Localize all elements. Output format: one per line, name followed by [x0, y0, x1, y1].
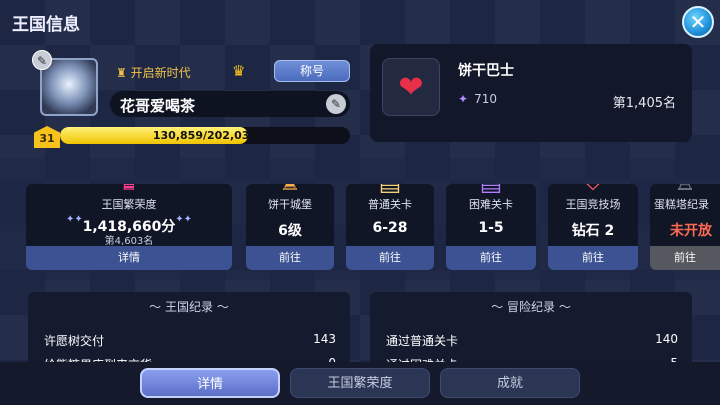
- hard-map-icon: ▤: [446, 184, 536, 196]
- guild-name: 饼干巴士: [458, 63, 514, 79]
- level-badge: 31: [34, 126, 60, 148]
- tower-icon: ♖: [650, 184, 720, 196]
- stats-strip: ♛ ✦✦ ✦✦ 王国繁荣度 1,418,660分 第4,603名 详情 ♜ 饼干…: [0, 158, 720, 280]
- tab-details[interactable]: 详情: [140, 368, 280, 398]
- page-title: 王国信息: [12, 15, 80, 35]
- card-hard-stage: ▤ 困难关卡 1-5 前往: [446, 184, 536, 270]
- profile-panel: ✎ ♜ 开启新时代 ♛ 称号 花哥爱喝茶 ✎ 31 130,859/202,03…: [28, 48, 358, 148]
- card-cake-tower: ♖ 蛋糕塔纪录 未开放 前往: [650, 184, 720, 270]
- details-button[interactable]: 详情: [26, 246, 232, 270]
- adventure-record-panel: 〜 冒险纪录 〜 通过普通关卡 140 通过困难关卡 5: [370, 292, 692, 366]
- name-box: 花哥爱喝茶 ✎: [110, 91, 350, 117]
- go-button[interactable]: 前往: [650, 246, 720, 270]
- tab-achievements[interactable]: 成就: [440, 368, 580, 398]
- card-label: 困难关卡: [469, 198, 513, 211]
- guild-points: ✦ 710: [458, 92, 497, 106]
- go-button[interactable]: 前往: [246, 246, 334, 270]
- card-label: 王国繁荣度: [101, 198, 157, 211]
- card-label: 普通关卡: [368, 198, 412, 211]
- ornament-icon: 〜: [491, 300, 507, 314]
- player-name: 花哥爱喝茶: [120, 97, 196, 115]
- heart-emblem-icon: ❤: [382, 58, 440, 116]
- paw-icon: ✦: [458, 92, 469, 106]
- exp-bar: 130,859/202,033: [60, 127, 350, 144]
- guild-rank: 第1,405名: [612, 96, 676, 111]
- arena-icon: ⛨: [548, 184, 638, 196]
- go-button[interactable]: 前往: [548, 246, 638, 270]
- card-value: 未开放: [670, 223, 712, 239]
- card-cookie-castle: ♜ 饼干城堡 6级 前往: [246, 184, 334, 270]
- crown-icon: ♛: [26, 184, 232, 196]
- record-row: 通过普通关卡 140: [386, 332, 678, 348]
- title-bar: 王国信息 ✕: [0, 0, 720, 42]
- avatar-edit-icon[interactable]: ✎: [32, 50, 52, 70]
- card-value: 6-28: [372, 220, 408, 236]
- crown-icon: ♛: [232, 62, 246, 80]
- name-edit-icon[interactable]: ✎: [326, 94, 346, 114]
- card-normal-stage: ▤ 普通关卡 6-28 前往: [346, 184, 434, 270]
- kingdom-record-panel: 〜 王国纪录 〜 许愿树交付 143 给熊糖果店到来交货 0: [28, 292, 350, 366]
- bottom-tab-bar: 详情 王国繁荣度 成就: [0, 362, 720, 405]
- record-row: 许愿树交付 143: [44, 332, 336, 348]
- card-sub: 第4,603名: [104, 236, 154, 247]
- record-heading: 〜 王国纪录 〜: [149, 300, 229, 314]
- exp-text: 130,859/202,033: [152, 129, 258, 142]
- tower-small-icon: ♜: [116, 66, 131, 80]
- card-label: 蛋糕塔纪录: [654, 198, 709, 211]
- ornament-icon: 〜: [149, 300, 165, 314]
- map-icon: ▤: [346, 184, 434, 196]
- close-icon: ✕: [689, 10, 707, 34]
- card-label: 王国竞技场: [565, 198, 621, 211]
- ornament-icon: 〜: [555, 300, 571, 314]
- go-button[interactable]: 前往: [446, 246, 536, 270]
- go-button[interactable]: 前往: [346, 246, 434, 270]
- card-value: 1-5: [478, 220, 504, 236]
- era-label: ♜ 开启新时代: [116, 66, 191, 80]
- card-kingdom-prosperity: ♛ ✦✦ ✦✦ 王国繁荣度 1,418,660分 第4,603名 详情: [26, 184, 232, 270]
- card-value: 钻石 2: [571, 223, 615, 239]
- guild-panel[interactable]: ❤ 饼干巴士 ✦ 710 第1,405名: [370, 44, 692, 142]
- card-label: 饼干城堡: [268, 198, 312, 211]
- tab-prosperity[interactable]: 王国繁荣度: [290, 368, 430, 398]
- title-button[interactable]: 称号: [274, 60, 350, 82]
- ornament-icon: 〜: [213, 300, 229, 314]
- card-value: 6级: [278, 223, 302, 239]
- close-button[interactable]: ✕: [682, 6, 714, 38]
- card-arena: ⛨ 王国竞技场 钻石 2 前往: [548, 184, 638, 270]
- record-heading: 〜 冒险纪录 〜: [491, 300, 571, 314]
- castle-icon: ♜: [246, 184, 334, 196]
